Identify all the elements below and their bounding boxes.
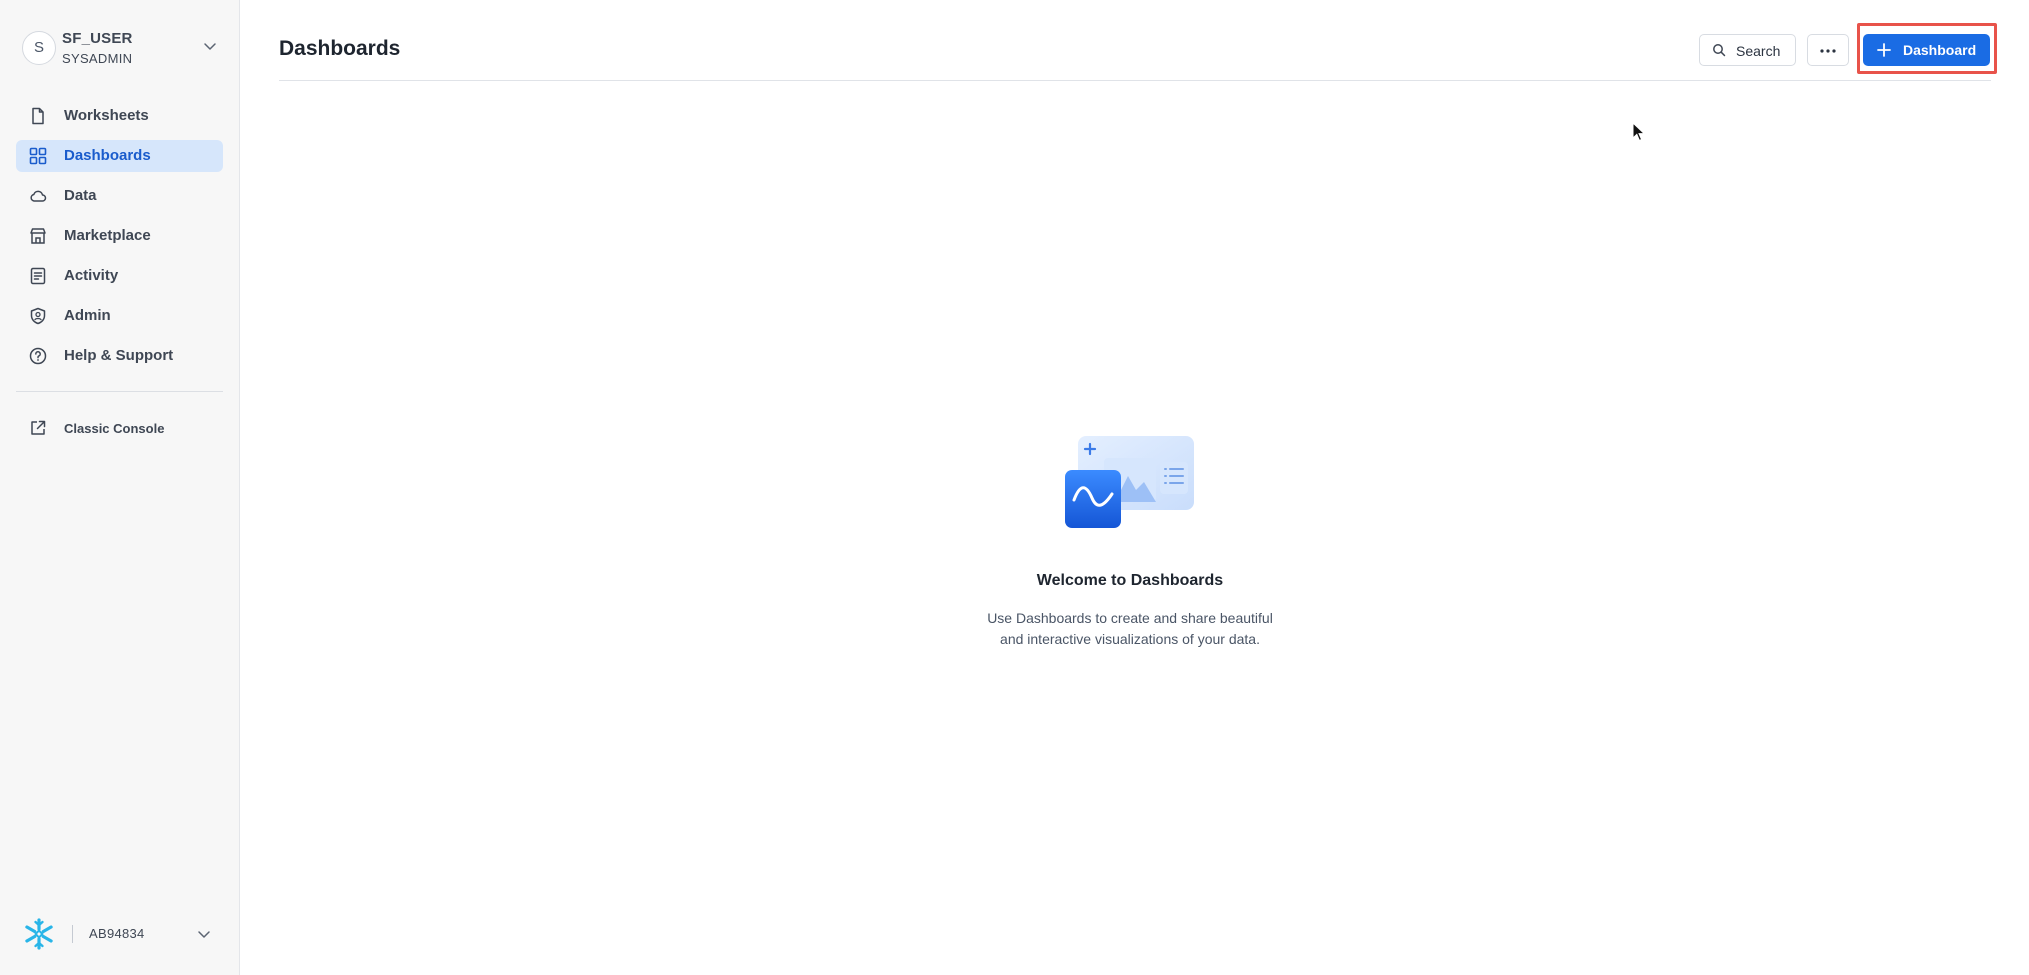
grid-icon [29, 147, 47, 165]
main-content: Dashboards Search Dashboard Welcome to D… [241, 0, 2029, 975]
plus-icon [1877, 43, 1891, 57]
sidebar-item-admin[interactable]: Admin [16, 300, 223, 332]
help-circle-icon [29, 347, 47, 365]
search-button[interactable]: Search [1699, 34, 1796, 66]
main-nav: Worksheets Dashboards Data Marketplace A… [16, 100, 223, 380]
sidebar-item-help-support[interactable]: Help & Support [16, 340, 223, 372]
empty-state-description-line: and interactive visualizations of your d… [1000, 631, 1260, 647]
sidebar-item-marketplace[interactable]: Marketplace [16, 220, 223, 252]
empty-state-description-line: Use Dashboards to create and share beaut… [987, 610, 1273, 626]
sidebar-item-label: Marketplace [64, 227, 151, 244]
account-separator [72, 925, 73, 943]
sidebar-item-activity[interactable]: Activity [16, 260, 223, 292]
user-role: SYSADMIN [62, 51, 133, 66]
more-options-button[interactable] [1807, 34, 1849, 66]
account-id: AB94834 [89, 926, 145, 941]
account-selector[interactable]: AB94834 [22, 917, 222, 950]
new-dashboard-label: Dashboard [1903, 42, 1977, 58]
empty-state-description: Use Dashboards to create and share beaut… [966, 608, 1294, 650]
user-name: SF_USER [62, 30, 133, 47]
search-button-label: Search [1736, 43, 1781, 59]
dashboard-illustration-icon [1065, 436, 1194, 528]
mouse-cursor-icon [1632, 122, 1646, 142]
sidebar-item-label: Worksheets [64, 107, 149, 124]
avatar: S [22, 31, 56, 65]
header-divider [279, 80, 1991, 81]
sidebar-item-label: Admin [64, 307, 111, 324]
chevron-down-icon [198, 931, 210, 938]
external-link-icon [31, 420, 46, 435]
new-dashboard-button[interactable]: Dashboard [1863, 34, 1990, 66]
sidebar-item-label: Help & Support [64, 347, 174, 364]
sidebar-item-worksheets[interactable]: Worksheets [16, 100, 223, 132]
search-icon [1713, 44, 1726, 57]
sidebar-item-label: Activity [64, 267, 119, 284]
user-menu[interactable]: S SF_USER SYSADMIN [22, 28, 222, 72]
cloud-icon [30, 190, 47, 202]
classic-console-link[interactable]: Classic Console [16, 412, 223, 444]
classic-console-label: Classic Console [64, 421, 165, 436]
sidebar-item-dashboards[interactable]: Dashboards [16, 140, 223, 172]
nav-divider [16, 391, 223, 392]
sidebar-item-label: Dashboards [64, 147, 151, 164]
shield-icon [30, 307, 46, 325]
chevron-down-icon [204, 43, 216, 50]
sidebar: S SF_USER SYSADMIN Worksheets Dashboards… [0, 0, 240, 975]
more-horizontal-icon [1820, 49, 1836, 53]
sidebar-item-label: Data [64, 187, 97, 204]
page-title: Dashboards [279, 37, 401, 60]
empty-state-title: Welcome to Dashboards [1036, 572, 1224, 589]
storefront-icon [30, 228, 46, 244]
document-icon [32, 107, 44, 125]
activity-log-icon [30, 267, 46, 285]
app-window: S SF_USER SYSADMIN Worksheets Dashboards… [0, 0, 2029, 975]
snowflake-logo-icon [25, 918, 53, 950]
sidebar-item-data[interactable]: Data [16, 180, 223, 212]
